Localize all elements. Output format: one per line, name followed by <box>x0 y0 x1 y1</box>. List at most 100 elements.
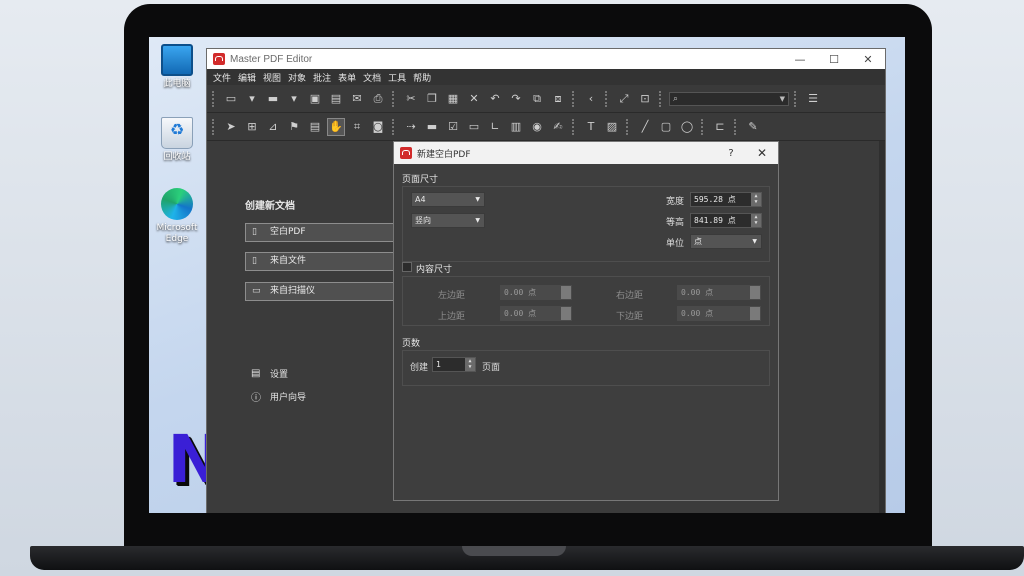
line-icon[interactable]: ╱ <box>636 118 654 136</box>
scanner-icon: ▭ <box>252 286 261 296</box>
spin-arrows-icon[interactable] <box>750 307 760 320</box>
previous-icon[interactable]: ‹ <box>582 90 600 108</box>
settings-link[interactable]: ▤ 设置 <box>251 367 288 380</box>
top-margin-value: 0.00 点 <box>504 309 537 318</box>
print-icon[interactable]: ⎙ <box>369 90 387 108</box>
close-icon[interactable]: ✕ <box>851 53 885 66</box>
desktop-icon-edge[interactable]: Microsoft Edge <box>149 188 205 245</box>
note-icon[interactable]: ⊏ <box>711 118 729 136</box>
save-icon[interactable]: ▣ <box>306 90 324 108</box>
camera-icon[interactable]: ◙ <box>369 118 387 136</box>
top-margin-input[interactable]: 0.00 点 <box>500 306 572 321</box>
button-icon[interactable]: ▬ <box>423 118 441 136</box>
save-as-icon[interactable]: ▤ <box>327 90 345 108</box>
edit-text-icon[interactable]: ⊞ <box>243 118 261 136</box>
fit-page-icon[interactable]: ⤢ <box>615 90 633 108</box>
copy-icon[interactable]: ❐ <box>423 90 441 108</box>
orientation-select[interactable]: 竖向 ▼ <box>411 213 485 228</box>
flag-icon[interactable]: ⚑ <box>285 118 303 136</box>
width-input[interactable]: 595.28 点 ▲ ▼ <box>690 192 762 207</box>
blank-pdf-label: 空白PDF <box>270 227 306 237</box>
height-input[interactable]: 841.89 点 ▲ ▼ <box>690 213 762 228</box>
unit-select[interactable]: 点 ▼ <box>690 234 762 249</box>
menu-file[interactable]: 文件 <box>213 71 231 84</box>
ellipse-icon[interactable]: ◯ <box>678 118 696 136</box>
width-value: 595.28 点 <box>694 195 736 204</box>
radio-icon[interactable]: ◉ <box>528 118 546 136</box>
menu-form[interactable]: 表单 <box>338 71 356 84</box>
form-icon[interactable]: ▤ <box>306 118 324 136</box>
close-icon[interactable]: ✕ <box>746 146 778 160</box>
signature-icon[interactable]: ✍ <box>549 118 567 136</box>
info-icon: ⓘ <box>251 393 261 404</box>
dialog-title: 新建空白PDF <box>417 149 471 160</box>
workspace-scrollbar[interactable] <box>879 141 885 513</box>
scan-icon[interactable]: ▭ <box>222 90 240 108</box>
paper-size-select[interactable]: A4 ▼ <box>411 192 485 207</box>
delete-icon[interactable]: ✕ <box>465 90 483 108</box>
right-margin-input[interactable]: 0.00 点 <box>677 285 761 300</box>
menu-icon[interactable]: ☰ <box>804 90 822 108</box>
list-icon[interactable]: ∟ <box>486 118 504 136</box>
orientation-value: 竖向 <box>415 216 431 225</box>
maximize-icon[interactable]: ☐ <box>817 53 851 66</box>
redo-icon[interactable]: ↷ <box>507 90 525 108</box>
left-margin-label: 左边距 <box>438 291 466 301</box>
chevron-down-icon: ▼ <box>475 196 480 203</box>
desktop-icon-this-pc[interactable]: 此电脑 <box>149 44 205 90</box>
zoom-icon[interactable]: ⊡ <box>636 90 654 108</box>
spin-arrows-icon[interactable]: ▲ ▼ <box>751 214 761 227</box>
menu-view[interactable]: 视图 <box>263 71 281 84</box>
email-icon[interactable]: ✉ <box>348 90 366 108</box>
minimize-icon[interactable]: — <box>783 53 817 66</box>
edit-object-icon[interactable]: ⊿ <box>264 118 282 136</box>
menu-object[interactable]: 对象 <box>288 71 306 84</box>
bottom-margin-input[interactable]: 0.00 点 <box>677 306 761 321</box>
search-input[interactable]: ⌕ ▼ <box>669 91 789 106</box>
spin-arrows-icon[interactable] <box>561 307 571 320</box>
toolbar-separator <box>794 90 799 107</box>
spin-arrows-icon[interactable] <box>750 286 760 299</box>
open-folder-icon[interactable]: ▬ <box>264 90 282 108</box>
help-button[interactable]: ? <box>716 148 746 159</box>
crop-icon[interactable]: ⌗ <box>348 118 366 136</box>
spin-arrows-icon[interactable]: ▲ ▼ <box>751 193 761 206</box>
insert-pages-icon[interactable]: ⧈ <box>549 90 567 108</box>
menu-comment[interactable]: 批注 <box>313 71 331 84</box>
cut-icon[interactable]: ✂ <box>402 90 420 108</box>
eraser-icon[interactable]: ✎ <box>744 118 762 136</box>
undo-icon[interactable]: ↶ <box>486 90 504 108</box>
combo-box-icon[interactable]: ▥ <box>507 118 525 136</box>
page-count-input[interactable]: 1 ▲ ▼ <box>432 357 476 372</box>
left-margin-input[interactable]: 0.00 点 <box>500 285 572 300</box>
checkbox-icon[interactable]: ☑ <box>444 118 462 136</box>
desktop-icon-recycle-bin[interactable]: 回收站 <box>149 117 205 163</box>
from-file-label: 来自文件 <box>270 256 307 266</box>
spin-arrows-icon[interactable] <box>561 286 571 299</box>
chevron-down-icon[interactable]: ▾ <box>243 90 261 108</box>
chevron-down-icon[interactable]: ▾ <box>285 90 303 108</box>
text-tool-icon[interactable]: T <box>582 118 600 136</box>
toolbar-grip[interactable] <box>212 118 217 135</box>
rectangle-icon[interactable]: ▢ <box>657 118 675 136</box>
content-size-checkbox[interactable] <box>402 262 412 272</box>
menu-edit[interactable]: 编辑 <box>238 71 256 84</box>
link-icon[interactable]: ⇢ <box>402 118 420 136</box>
width-label: 宽度 <box>666 197 685 207</box>
user-guide-link[interactable]: ⓘ 用户向导 <box>251 389 306 404</box>
spin-arrows-icon[interactable]: ▲ ▼ <box>465 358 475 371</box>
menu-tools[interactable]: 工具 <box>388 71 406 84</box>
text-field-icon[interactable]: ▭ <box>465 118 483 136</box>
menu-document[interactable]: 文档 <box>363 71 381 84</box>
select-arrow-icon[interactable]: ➤ <box>222 118 240 136</box>
toolbar-tools: ➤ ⊞ ⊿ ⚑ ▤ ✋ ⌗ ◙ ⇢ ▬ ☑ ▭ ∟ ▥ ◉ ✍ T ▨ ╱ ▢ … <box>207 113 885 141</box>
menu-help[interactable]: 帮助 <box>413 71 431 84</box>
extract-pages-icon[interactable]: ⧉ <box>528 90 546 108</box>
laptop-notch <box>462 546 566 556</box>
edge-icon <box>161 188 193 220</box>
image-icon[interactable]: ▨ <box>603 118 621 136</box>
toolbar-grip[interactable] <box>212 90 217 107</box>
unit-value: 点 <box>694 237 702 246</box>
paste-icon[interactable]: ▦ <box>444 90 462 108</box>
hand-icon[interactable]: ✋ <box>327 117 345 136</box>
